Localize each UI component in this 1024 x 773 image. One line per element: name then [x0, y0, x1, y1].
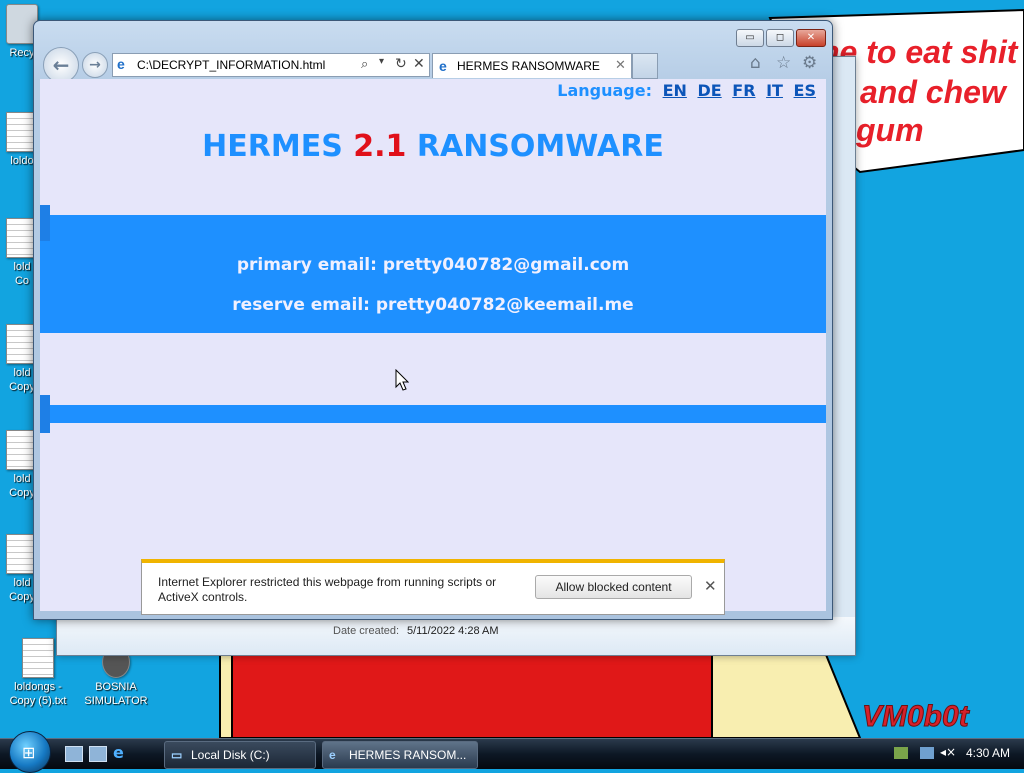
tab-title: HERMES RANSOMWARE — [457, 59, 600, 73]
forward-button[interactable]: → — [82, 52, 108, 78]
title-version: 2.1 — [353, 129, 407, 164]
address-bar[interactable]: e C:\DECRYPT_INFORMATION.html ⌕ ▾ ↻ ✕ — [112, 53, 430, 77]
page-title: HERMES 2.1 RANSOMWARE — [40, 129, 826, 164]
back-button[interactable]: ← — [43, 47, 79, 83]
wallpaper-text-line: and chew — [860, 74, 1006, 110]
show-desktop-icon[interactable] — [65, 746, 83, 762]
internet-explorer-icon: e — [329, 748, 336, 762]
language-link-fr[interactable]: FR — [732, 81, 755, 100]
new-tab-button[interactable] — [632, 53, 658, 79]
start-button[interactable]: ⊞ — [9, 731, 51, 773]
ie-page-icon: e — [439, 58, 447, 74]
text-file-icon — [22, 638, 54, 678]
band-marker — [40, 205, 50, 241]
windows-logo-icon: ⊞ — [22, 743, 36, 762]
network-icon[interactable] — [894, 747, 908, 759]
taskbar-button-label: Local Disk (C:) — [191, 748, 270, 762]
refresh-icon[interactable]: ↻ — [395, 55, 407, 72]
language-link-it[interactable]: IT — [766, 81, 783, 100]
gear-icon[interactable]: ⚙ — [802, 53, 817, 73]
internet-explorer-icon[interactable]: e — [113, 743, 129, 762]
language-selector: Language: EN DE FR IT ES — [557, 81, 816, 100]
stop-icon[interactable]: ✕ — [413, 55, 425, 72]
notification-message: Internet Explorer restricted this webpag… — [158, 575, 497, 604]
volume-muted-icon[interactable]: ◂× — [940, 745, 956, 759]
wallpaper-text-line: gum — [856, 112, 924, 148]
desktop-icon-label: loldongs - Copy (5).txt — [9, 681, 67, 707]
desktop-icon-label: loldo — [10, 155, 34, 167]
page-content: Language: EN DE FR IT ES HERMES 2.1 RANS… — [40, 79, 826, 611]
band-marker — [40, 395, 50, 433]
title-part: RANSOMWARE — [406, 129, 664, 164]
primary-email: primary email: pretty040782@gmail.com — [236, 255, 630, 275]
mouse-cursor-icon — [395, 369, 409, 391]
title-part: HERMES — [202, 129, 354, 164]
desktop-icon-label: BOSNIA SIMULATOR — [84, 681, 148, 707]
ie-page-icon: e — [117, 56, 125, 72]
language-link-de[interactable]: DE — [697, 81, 721, 100]
taskbar-button-local-disk[interactable]: ▭ Local Disk (C:) — [164, 741, 316, 769]
close-tab-icon[interactable]: ✕ — [615, 57, 626, 73]
minimize-button[interactable]: ▭ — [736, 29, 764, 47]
contact-email-band: primary email: pretty040782@gmail.com re… — [40, 205, 826, 333]
reserve-email: reserve email: pretty040782@keemail.me — [232, 295, 634, 315]
favorites-star-icon[interactable]: ☆ — [776, 53, 791, 73]
maximize-button[interactable]: ◻ — [766, 29, 794, 47]
wallpaper-signature: VM0b0t — [862, 700, 970, 734]
blocked-content-notification: Internet Explorer restricted this webpag… — [141, 559, 725, 615]
language-link-es[interactable]: ES — [794, 81, 816, 100]
browser-window: ▭ ◻ ✕ ← → e C:\DECRYPT_INFORMATION.html … — [33, 20, 833, 620]
date-created-label: Date created: — [333, 625, 400, 637]
allow-blocked-content-button[interactable]: Allow blocked content — [535, 575, 692, 599]
switch-windows-icon[interactable] — [89, 746, 107, 762]
tab-hermes-ransomware[interactable]: e HERMES RANSOMWARE ✕ — [432, 53, 632, 78]
address-url[interactable]: C:\DECRYPT_INFORMATION.html — [137, 58, 325, 72]
close-icon[interactable]: ✕ — [704, 577, 717, 595]
language-label: Language: — [557, 81, 652, 100]
arrow-right-icon: → — [89, 57, 101, 73]
arrow-left-icon: ← — [52, 53, 70, 77]
drive-icon: ▭ — [171, 748, 183, 762]
display-icon[interactable] — [920, 747, 934, 759]
date-created-value: 5/11/2022 4:28 AM — [407, 625, 499, 637]
taskbar: ⊞ e ▭ Local Disk (C:) e HERMES RANSOM...… — [0, 731, 1024, 773]
taskbar-button-hermes[interactable]: e HERMES RANSOM... — [322, 741, 478, 769]
language-link-en[interactable]: EN — [663, 81, 687, 100]
chevron-down-icon[interactable]: ▾ — [379, 56, 384, 67]
taskbar-button-label: HERMES RANSOM... — [349, 748, 467, 762]
clock[interactable]: 4:30 AM — [966, 746, 1010, 760]
desktop-icon-label: Recy — [9, 47, 35, 59]
search-icon[interactable]: ⌕ — [361, 56, 368, 72]
close-button[interactable]: ✕ — [796, 29, 826, 47]
home-icon[interactable]: ⌂ — [750, 53, 761, 73]
divider-band — [40, 395, 826, 433]
